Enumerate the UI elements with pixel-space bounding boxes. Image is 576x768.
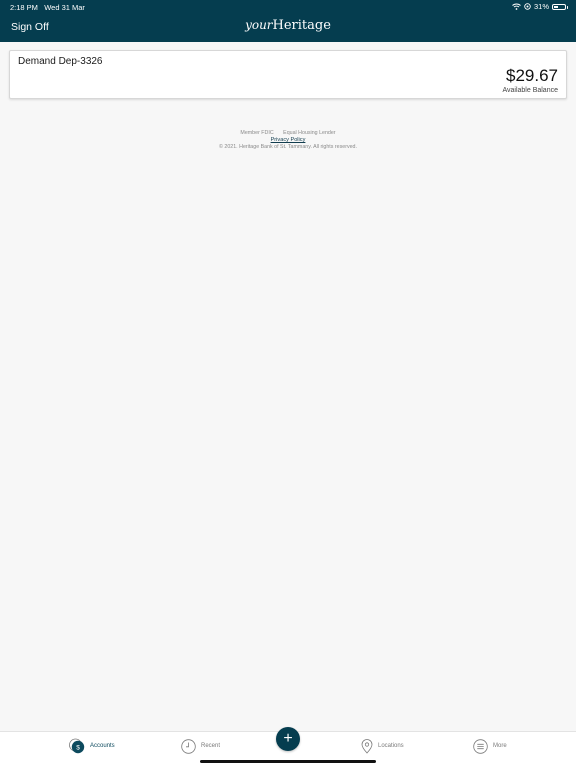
tab-accounts[interactable]: $ Accounts [69,738,115,754]
status-indicators: 31% [512,2,568,11]
logo-your: your [245,18,273,32]
tab-more[interactable]: More [473,738,507,754]
tab-recent-label: Recent [201,743,221,749]
plus-icon: + [283,730,293,747]
heritage-logo: yourHeritage [0,18,576,33]
accounts-icon: $ [69,738,85,754]
footer: Member FDIC Equal Housing Lender Privacy… [0,130,576,151]
app-header: 2:18 PM Wed 31 Mar 31% Sign Off yourHeri… [0,0,576,42]
tab-recent[interactable]: Recent [181,738,220,754]
account-name: Demand Dep-3326 [18,56,103,67]
status-time: 2:18 PM Wed 31 Mar [10,3,85,12]
add-button[interactable]: + [276,727,300,751]
map-pin-icon [361,738,373,754]
footer-disclosures: Member FDIC Equal Housing Lender [0,130,576,137]
account-card[interactable]: Demand Dep-3326 $29.67 Available Balance [9,50,567,99]
clock-icon [181,738,196,754]
available-balance-label: Available Balance [502,87,558,94]
location-services-icon [524,3,531,10]
logo-heritage: Heritage [272,18,331,33]
tab-locations-label: Locations [378,743,404,749]
tab-more-label: More [493,743,507,749]
status-bar: 2:18 PM Wed 31 Mar 31% [0,0,576,14]
tab-locations[interactable]: Locations [361,738,404,754]
member-fdic: Member FDIC [240,130,274,136]
battery-icon [552,3,568,10]
equal-housing-lender: Equal Housing Lender [283,130,336,136]
status-date: Wed 31 Mar [44,3,85,12]
account-balance: $29.67 [506,66,558,85]
battery-percent: 31% [533,2,549,11]
copyright: © 2021. Heritage Bank of St. Tammany. Al… [219,144,357,150]
privacy-policy-link[interactable]: Privacy Policy [271,137,306,143]
status-clock: 2:18 PM [10,3,38,12]
accounts-icon-glyph: $ [76,744,80,751]
tab-accounts-label: Accounts [90,743,115,749]
home-indicator [200,760,376,763]
wifi-icon [512,3,521,10]
menu-icon [473,738,488,754]
